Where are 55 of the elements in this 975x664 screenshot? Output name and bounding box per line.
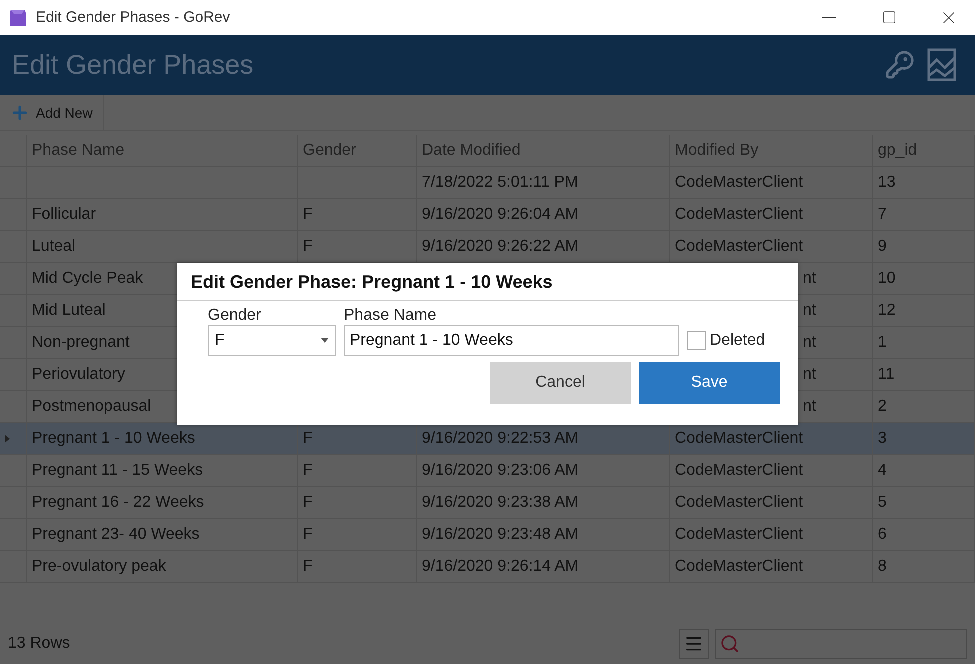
table-cell: 12 (873, 295, 975, 327)
table-cell: F (298, 551, 417, 583)
table-cell: 3 (873, 423, 975, 455)
table-cell: 8 (873, 551, 975, 583)
save-button[interactable]: Save (639, 362, 780, 404)
table-cell: Pregnant 23- 40 Weeks (27, 519, 298, 551)
table-cell: Follicular (27, 199, 298, 231)
column-header[interactable]: Gender (298, 135, 417, 167)
gender-dropdown[interactable]: F (208, 325, 336, 356)
table-cell: 1 (873, 327, 975, 359)
table-cell: CodeMasterClient (670, 487, 873, 519)
row-count: 13 Rows (8, 635, 72, 653)
phase-name-label: Phase Name (344, 307, 438, 325)
column-header[interactable]: Date Modified (417, 135, 670, 167)
table-cell: F (298, 487, 417, 519)
table-cell: CodeMasterClient (670, 423, 873, 455)
table-cell: Pre-ovulatory peak (27, 551, 298, 583)
add-new-button[interactable]: Add New (0, 94, 104, 130)
table-cell: 13 (873, 167, 975, 199)
table-cell: Pregnant 11 - 15 Weeks (27, 455, 298, 487)
dialog-title: Edit Gender Phase: Pregnant 1 - 10 Weeks (177, 263, 798, 301)
table-cell: 9/16/2020 9:26:04 AM (417, 199, 670, 231)
table-cell: F (298, 423, 417, 455)
table-cell: CodeMasterClient (670, 519, 873, 551)
table-cell: F (298, 455, 417, 487)
cancel-button[interactable]: Cancel (490, 362, 631, 404)
table-cell: 9/16/2020 9:26:14 AM (417, 551, 670, 583)
gender-label: Gender (208, 307, 262, 325)
phase-name-field[interactable]: Pregnant 1 - 10 Weeks (344, 325, 679, 356)
table-cell: 9 (873, 231, 975, 263)
table-cell: 9/16/2020 9:22:53 AM (417, 423, 670, 455)
column-header[interactable]: Phase Name (27, 135, 298, 167)
table-cell: 6 (873, 519, 975, 551)
table-cell: 5 (873, 487, 975, 519)
table-cell: Pregnant 1 - 10 Weeks (27, 423, 298, 455)
table-cell: F (298, 519, 417, 551)
table-cell: F (298, 199, 417, 231)
column-header[interactable]: Modified By (670, 135, 873, 167)
window-title: Edit Gender Phases - GoRev (36, 9, 232, 26)
table-cell: 4 (873, 455, 975, 487)
column-header[interactable]: gp_id (873, 135, 975, 167)
table-cell: 11 (873, 359, 975, 391)
table-cell: CodeMasterClient (670, 551, 873, 583)
page-title: Edit Gender Phases (12, 50, 255, 80)
table-cell: 9/16/2020 9:23:38 AM (417, 487, 670, 519)
table-cell: 9/16/2020 9:23:06 AM (417, 455, 670, 487)
table-cell: 7/18/2022 5:01:11 PM (417, 167, 670, 199)
table-cell: Pregnant 16 - 22 Weeks (27, 487, 298, 519)
table-cell: 10 (873, 263, 975, 295)
table-cell: CodeMasterClient (670, 199, 873, 231)
table-cell: 9/16/2020 9:23:48 AM (417, 519, 670, 551)
table-cell: CodeMasterClient (670, 455, 873, 487)
table-cell: CodeMasterClient (670, 167, 873, 199)
table-cell: 7 (873, 199, 975, 231)
deleted-checkbox[interactable]: Deleted (687, 331, 784, 350)
